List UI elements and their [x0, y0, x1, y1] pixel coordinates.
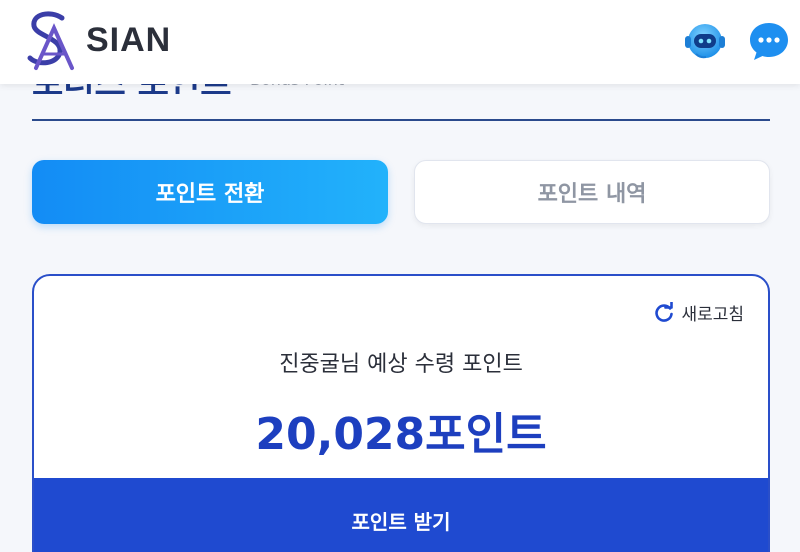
- expected-points-card: 새로고침 진중굴님 예상 수령 포인트 20,028포인트 포인트 받기: [32, 274, 770, 552]
- heading-divider: [32, 119, 770, 121]
- expected-points-value: 20,028포인트: [255, 409, 547, 460]
- app-header: SIAN: [0, 0, 800, 84]
- chat-bubble-icon[interactable]: [748, 20, 790, 62]
- tab-point-history[interactable]: 포인트 내역: [414, 160, 770, 224]
- sa-monogram-icon: [27, 11, 74, 70]
- refresh-icon: [655, 301, 674, 322]
- brand-name: SIAN: [86, 20, 172, 59]
- receive-points-button[interactable]: 포인트 받기: [34, 478, 768, 552]
- expected-points-label: 진중굴님 예상 수령 포인트: [279, 352, 523, 377]
- tab-point-conversion[interactable]: 포인트 전환: [32, 160, 388, 224]
- support-bot-icon[interactable]: [684, 20, 726, 62]
- refresh-button[interactable]: 새로고침: [653, 300, 744, 325]
- refresh-label: 새로고침: [681, 305, 744, 325]
- brand-logo[interactable]: SIAN: [22, 8, 171, 72]
